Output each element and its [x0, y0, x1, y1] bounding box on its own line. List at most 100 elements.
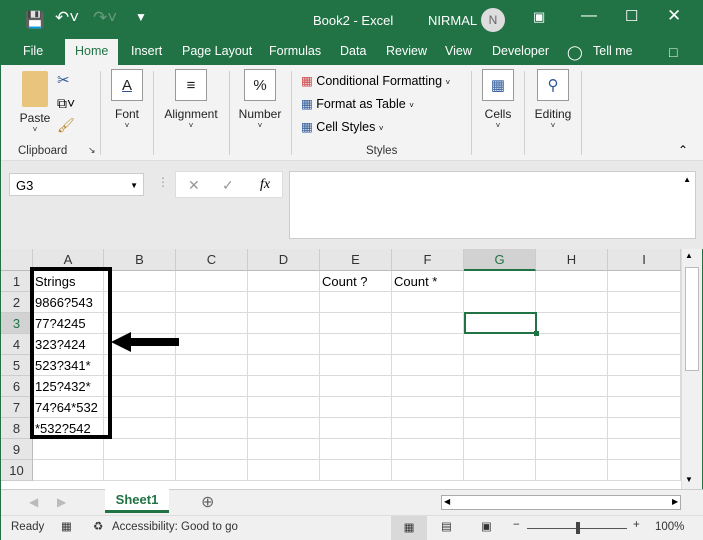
cell-C6[interactable]: [176, 376, 248, 397]
cell-F1[interactable]: Count *: [392, 271, 464, 292]
cell-I4[interactable]: [608, 334, 681, 355]
close-icon[interactable]: ✕: [667, 6, 681, 26]
macro-icon[interactable]: ▦: [61, 519, 72, 533]
expand-formula-bar-icon[interactable]: ▲: [683, 175, 691, 184]
number-button[interactable]: % Number ˅: [235, 69, 285, 130]
column-header-E[interactable]: E: [320, 249, 392, 271]
tab-review[interactable]: Review: [386, 44, 427, 58]
column-header-B[interactable]: B: [104, 249, 176, 271]
cell-B7[interactable]: [104, 397, 176, 418]
column-header-F[interactable]: F: [392, 249, 464, 271]
tab-data[interactable]: Data: [340, 44, 366, 58]
cell-F6[interactable]: [392, 376, 464, 397]
cell-F4[interactable]: [392, 334, 464, 355]
scroll-down-icon[interactable]: ▼: [685, 475, 693, 484]
ribbon-display-icon[interactable]: ▣: [533, 9, 545, 25]
cell-B5[interactable]: [104, 355, 176, 376]
cell-D6[interactable]: [248, 376, 320, 397]
cell-D1[interactable]: [248, 271, 320, 292]
row-header-6[interactable]: 6: [1, 376, 33, 397]
cell-I9[interactable]: [608, 439, 681, 460]
cell-E8[interactable]: [320, 418, 392, 439]
insert-function-button[interactable]: fx: [260, 177, 270, 193]
cell-B9[interactable]: [104, 439, 176, 460]
cell-D5[interactable]: [248, 355, 320, 376]
page-layout-view-icon[interactable]: ▤: [441, 519, 452, 533]
cell-D3[interactable]: [248, 313, 320, 334]
cell-styles-button[interactable]: ▦ Cell Styles ˅: [301, 119, 384, 134]
cell-B6[interactable]: [104, 376, 176, 397]
cell-H1[interactable]: [536, 271, 608, 292]
tab-file[interactable]: File: [23, 44, 43, 58]
copy-icon[interactable]: ⧉˅: [57, 95, 75, 112]
column-header-C[interactable]: C: [176, 249, 248, 271]
cell-D10[interactable]: [248, 460, 320, 481]
maximize-icon[interactable]: ☐: [625, 7, 638, 25]
cell-I8[interactable]: [608, 418, 681, 439]
enter-icon[interactable]: ✓: [222, 177, 234, 194]
conditional-formatting-button[interactable]: ▦ Conditional Formatting ˅: [301, 73, 450, 88]
cell-F2[interactable]: [392, 292, 464, 313]
zoom-slider-thumb[interactable]: [576, 522, 580, 534]
normal-view-icon[interactable]: ▦: [391, 516, 427, 540]
cell-E4[interactable]: [320, 334, 392, 355]
cell-D7[interactable]: [248, 397, 320, 418]
page-break-view-icon[interactable]: ▣: [481, 519, 492, 533]
cell-D2[interactable]: [248, 292, 320, 313]
cell-F5[interactable]: [392, 355, 464, 376]
column-header-H[interactable]: H: [536, 249, 608, 271]
cell-G7[interactable]: [464, 397, 536, 418]
cell-G6[interactable]: [464, 376, 536, 397]
cell-I3[interactable]: [608, 313, 681, 334]
row-header-5[interactable]: 5: [1, 355, 33, 376]
cell-H8[interactable]: [536, 418, 608, 439]
cell-I2[interactable]: [608, 292, 681, 313]
cell-C7[interactable]: [176, 397, 248, 418]
add-sheet-icon[interactable]: ⊕: [201, 492, 214, 512]
comments-icon[interactable]: □: [669, 44, 677, 60]
scroll-up-icon[interactable]: ▲: [685, 251, 693, 260]
clipboard-launcher-icon[interactable]: ↘: [88, 145, 96, 156]
prev-sheet-icon[interactable]: ◀: [29, 495, 38, 509]
cell-C10[interactable]: [176, 460, 248, 481]
cell-B1[interactable]: [104, 271, 176, 292]
cell-F9[interactable]: [392, 439, 464, 460]
row-header-2[interactable]: 2: [1, 292, 33, 313]
cell-G9[interactable]: [464, 439, 536, 460]
cell-H9[interactable]: [536, 439, 608, 460]
minimize-icon[interactable]: —: [581, 7, 597, 25]
horizontal-scrollbar[interactable]: ◀ ▶: [441, 495, 681, 510]
row-header-1[interactable]: 1: [1, 271, 33, 292]
cell-E5[interactable]: [320, 355, 392, 376]
tab-page-layout[interactable]: Page Layout: [182, 44, 252, 58]
cell-H2[interactable]: [536, 292, 608, 313]
column-header-D[interactable]: D: [248, 249, 320, 271]
tab-view[interactable]: View: [445, 44, 472, 58]
cell-E3[interactable]: [320, 313, 392, 334]
cells-button[interactable]: ▦ Cells ˅: [479, 69, 517, 130]
zoom-in-icon[interactable]: +: [633, 519, 640, 531]
cell-G5[interactable]: [464, 355, 536, 376]
accessibility-status[interactable]: Accessibility: Good to go: [112, 521, 238, 533]
collapse-ribbon-icon[interactable]: ⌃: [678, 143, 688, 157]
cell-G8[interactable]: [464, 418, 536, 439]
scroll-left-icon[interactable]: ◀: [444, 497, 450, 506]
scroll-right-icon[interactable]: ▶: [672, 497, 678, 506]
cell-H6[interactable]: [536, 376, 608, 397]
name-box[interactable]: G3 ▼: [9, 173, 144, 196]
row-header-3[interactable]: 3: [1, 313, 33, 334]
tab-formulas[interactable]: Formulas: [269, 44, 321, 58]
cell-B10[interactable]: [104, 460, 176, 481]
vertical-scrollbar[interactable]: ▲ ▼: [681, 249, 702, 489]
tab-developer[interactable]: Developer: [492, 44, 549, 58]
cell-I7[interactable]: [608, 397, 681, 418]
cell-C4[interactable]: [176, 334, 248, 355]
cell-H7[interactable]: [536, 397, 608, 418]
cell-C9[interactable]: [176, 439, 248, 460]
column-header-I[interactable]: I: [608, 249, 681, 271]
cell-G4[interactable]: [464, 334, 536, 355]
alignment-button[interactable]: ≡ Alignment ˅: [159, 69, 223, 130]
format-painter-icon[interactable]: 🖌: [57, 117, 75, 134]
cell-D9[interactable]: [248, 439, 320, 460]
cell-H10[interactable]: [536, 460, 608, 481]
